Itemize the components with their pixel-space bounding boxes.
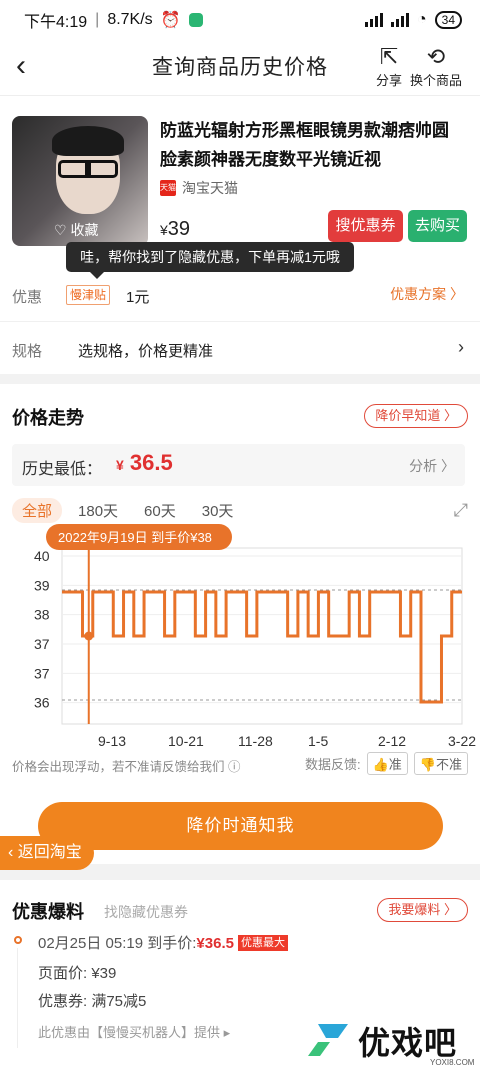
tab-range-30[interactable]: 30天 <box>192 498 244 523</box>
discount-value: 1元 <box>126 289 150 306</box>
feedback-label: 数据反馈: <box>304 757 361 772</box>
thumbs-up-icon: 👍 <box>372 757 389 772</box>
best-deal-badge: 优惠最大 <box>237 935 288 951</box>
y-tick-label: 38 <box>34 607 50 623</box>
y-tick-label: 40 <box>34 548 50 564</box>
deal-source[interactable]: 此优惠由【慢慢买机器人】提供 ▸ <box>38 1022 230 1041</box>
product-image[interactable]: ♡ 收藏 <box>12 116 148 246</box>
tab-range-all[interactable]: 全部 <box>12 498 63 523</box>
battery-icon: 34 <box>434 11 462 29</box>
status-time: 下午4:19 <box>24 14 88 31</box>
deals-subtitle[interactable]: 找隐藏优惠券 <box>104 902 188 922</box>
subsidy-tag: 慢津贴 <box>66 285 111 305</box>
page-title: 查询商品历史价格 <box>152 56 328 79</box>
share-icon: ⇱ <box>379 44 399 69</box>
shop-name: 淘宝天猫 <box>182 180 238 196</box>
back-to-taobao-button[interactable]: ‹ 返回淘宝 <box>0 836 94 870</box>
x-tick-label: 1-5 <box>308 733 328 749</box>
x-tick-label: 11-28 <box>238 733 273 749</box>
lowest-price-box: 历史最低： ¥ 36.5 分析 〉 <box>12 444 465 486</box>
favorite-button[interactable]: ♡ 收藏 <box>54 220 98 240</box>
x-tick-label: 9-13 <box>98 733 126 749</box>
status-bar: 下午4:19 | 8.7K/s ⏰ ◔ 34 <box>0 0 480 40</box>
report-deal-pill[interactable]: 我要爆料 〉 <box>377 898 468 922</box>
help-icon[interactable]: ⓘ <box>228 760 241 774</box>
deal-page-price: 页面价: ¥39 <box>38 965 117 982</box>
switch-label: 换个商品 <box>410 73 463 88</box>
discount-label: 优惠 <box>12 289 43 306</box>
share-label: 分享 <box>376 73 403 88</box>
feedback-controls: 数据反馈: 👍准 👎不准 <box>305 752 468 775</box>
signal-icon-2 <box>390 13 409 27</box>
x-tick-label: 10-21 <box>168 733 204 749</box>
lowest-label: 历史最低： <box>22 461 103 478</box>
range-tabs: 全部 180天 60天 30天 <box>12 498 243 523</box>
inaccurate-button[interactable]: 👎不准 <box>413 752 468 775</box>
accurate-button[interactable]: 👍准 <box>366 752 408 775</box>
chevron-right-icon: › <box>458 337 464 357</box>
signal-icon <box>364 13 383 27</box>
status-net-speed: 8.7K/s <box>107 11 153 28</box>
notify-price-drop-button[interactable]: 降价时通知我 <box>38 802 443 850</box>
y-tick-label: 37 <box>34 665 50 681</box>
deals-title: 优惠爆料 <box>12 902 84 922</box>
product-price: ¥39 <box>160 218 191 240</box>
x-tick-label: 2-12 <box>378 733 406 749</box>
highlight-point <box>84 631 94 641</box>
deal-item-header: 02月25日 05:19 到手价:¥36.5 优惠最大 <box>38 932 288 953</box>
search-coupon-button[interactable]: 搜优惠券 <box>328 210 403 242</box>
y-tick-label: 39 <box>34 577 50 593</box>
hidden-discount-tooltip: 哇，帮你找到了隐藏优惠，下单再减1元哦 <box>66 242 354 279</box>
nav-bar: ‹ 查询商品历史价格 ⇱ 分享 ⟲ 换个商品 <box>0 40 480 96</box>
y-tick-label: 36 <box>34 695 50 711</box>
price-trend-section: 价格走势 降价早知道 〉 历史最低： ¥ 36.5 分析 〉 全部 180天 6… <box>0 384 480 864</box>
price-series-line <box>62 590 462 704</box>
price-chart[interactable]: 40 39 38 37 37 36 2022年9月19日 到手价¥38 9-13 10-21 11… <box>0 524 480 749</box>
buy-button[interactable]: 去购买 <box>408 210 467 242</box>
switch-product-button[interactable]: ⟲ 换个商品 <box>410 44 462 89</box>
thumbs-down-icon: 👎 <box>419 757 436 772</box>
product-card: ♡ 收藏 防蓝光辐射方形黑框眼镜男款潮痞帅圆脸素颜神器无度数平光镜近视 天猫 淘… <box>0 96 480 266</box>
trend-title: 价格走势 <box>12 408 84 428</box>
refresh-icon: ⟲ <box>426 44 446 69</box>
feedback-note: 价格会出现浮动，若不准请反馈给我们 ⓘ <box>12 760 241 774</box>
watermark-logo: 优戏吧 YOXI8.COM <box>300 1010 480 1067</box>
price-drop-alert-pill[interactable]: 降价早知道 〉 <box>364 404 468 428</box>
discount-row[interactable]: 优惠 慢津贴 1元 优惠方案 〉 <box>0 266 480 322</box>
y-tick-label: 37 <box>34 636 50 652</box>
chevron-left-icon: ‹ <box>8 844 18 861</box>
lowest-value: ¥ 36.5 <box>116 450 173 475</box>
product-title: 防蓝光辐射方形黑框眼镜男款潮痞帅圆脸素颜神器无度数平光镜近视 <box>160 121 449 169</box>
timeline-dot <box>14 936 22 944</box>
tab-range-60[interactable]: 60天 <box>134 498 186 523</box>
analyze-link[interactable]: 分析 〉 <box>409 456 455 476</box>
spec-row[interactable]: 规格 选规格，价格更精准 › <box>0 322 480 374</box>
shop-info: 天猫 淘宝天猫 <box>160 178 238 198</box>
x-tick-label: 3-22 <box>448 733 476 749</box>
deal-coupon: 优惠券: 满75减5 <box>38 993 147 1010</box>
share-button[interactable]: ⇱ 分享 <box>376 44 402 89</box>
spec-value: 选规格，价格更精准 <box>78 343 214 360</box>
wechat-icon <box>188 13 203 27</box>
heart-icon: ♡ <box>54 222 67 238</box>
callout-label: 2022年9月19日 到手价¥38 <box>58 530 212 545</box>
expand-icon[interactable]: ⤢ <box>454 500 468 521</box>
wifi-icon: ◔ <box>416 11 427 28</box>
watermark-icon <box>308 1024 348 1056</box>
tab-range-180[interactable]: 180天 <box>68 498 128 523</box>
discount-plan-link[interactable]: 优惠方案 〉 <box>390 284 464 304</box>
alarm-icon: ⏰ <box>160 12 181 29</box>
tmall-logo-icon: 天猫 <box>160 180 176 196</box>
favorite-label: 收藏 <box>70 222 99 238</box>
spec-label: 规格 <box>12 343 43 360</box>
